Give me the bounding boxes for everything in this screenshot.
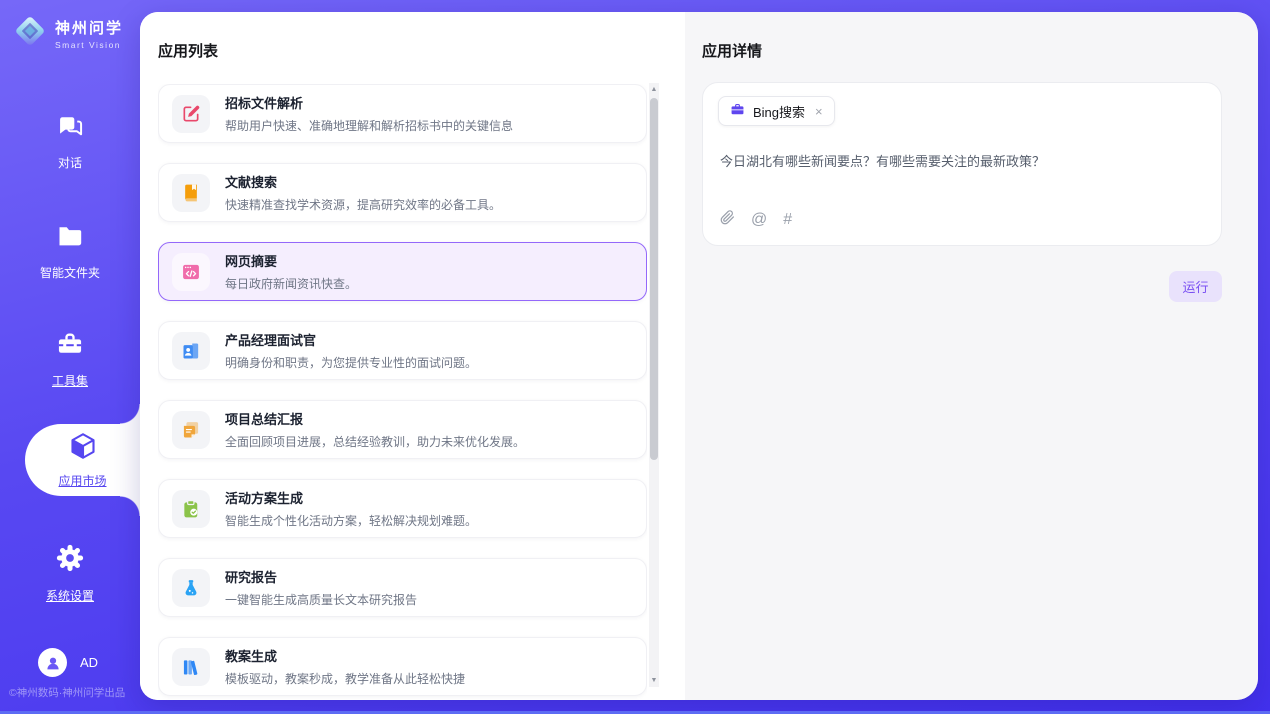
sidebar-item-chat[interactable]: 对话 bbox=[0, 112, 140, 171]
app-card-description: 全面回顾项目进展，总结经验教训，助力未来优化发展。 bbox=[225, 433, 525, 450]
scrollbar-thumb[interactable] bbox=[650, 98, 658, 460]
tool-tag-label: Bing搜索 bbox=[753, 102, 805, 121]
app-card-activity-plan[interactable]: 活动方案生成智能生成个性化活动方案，轻松解决规划难题。 bbox=[158, 479, 647, 538]
user-account[interactable]: AD bbox=[38, 648, 98, 677]
brand-subtitle: Smart Vision bbox=[55, 40, 123, 50]
sidebar-item-label: 应用市场 bbox=[58, 472, 106, 489]
hash-icon[interactable]: # bbox=[783, 212, 792, 228]
query-text[interactable]: 今日湖北有哪些新闻要点？有哪些需要关注的最新政策？ bbox=[720, 152, 1199, 172]
app-card-title: 招标文件解析 bbox=[225, 93, 513, 112]
sidebar-item-label: 智能文件夹 bbox=[40, 264, 100, 281]
app-card-description: 帮助用户快速、准确地理解和解析招标书中的关键信息 bbox=[225, 117, 513, 134]
brand: 神州问学 Smart Vision bbox=[12, 13, 123, 54]
brand-name: 神州问学 bbox=[55, 17, 123, 38]
gear-icon bbox=[55, 543, 85, 578]
app-card-title: 研究报告 bbox=[225, 567, 417, 586]
app-card-title: 网页摘要 bbox=[225, 251, 357, 270]
tool-tag-bing-search[interactable]: Bing搜索 × bbox=[718, 96, 835, 126]
sidebar: 神州问学 Smart Vision 对话智能文件夹工具集应用市场系统设置 AD … bbox=[0, 0, 140, 714]
sidebar-item-label: 对话 bbox=[58, 154, 82, 171]
clipboard-check-icon bbox=[172, 490, 210, 528]
sidebar-item-app-market[interactable]: 应用市场 bbox=[25, 424, 140, 496]
query-input-card[interactable]: Bing搜索 × 今日湖北有哪些新闻要点？有哪些需要关注的最新政策？ @ # bbox=[702, 82, 1222, 246]
chat-icon bbox=[56, 112, 84, 145]
app-card-title: 产品经理面试官 bbox=[225, 330, 477, 349]
app-card-description: 快速精准查找学术资源，提高研究效率的必备工具。 bbox=[225, 196, 501, 213]
briefcase-icon bbox=[730, 102, 745, 120]
books-icon bbox=[172, 648, 210, 686]
app-card-title: 活动方案生成 bbox=[225, 488, 477, 507]
app-card-lesson-plan[interactable]: 教案生成模板驱动，教案秒成，教学准备从此轻松快捷 bbox=[158, 637, 647, 696]
app-card-web-summary[interactable]: 网页摘要每日政府新闻资讯快查。 bbox=[158, 242, 647, 301]
sidebar-item-smart-folder[interactable]: 智能文件夹 bbox=[0, 222, 140, 281]
user-initials: AD bbox=[80, 655, 98, 670]
folder-icon bbox=[56, 222, 84, 255]
app-card-title: 教案生成 bbox=[225, 646, 465, 665]
scroll-up-icon[interactable]: ▲ bbox=[649, 86, 659, 93]
app-card-pm-interviewer[interactable]: 产品经理面试官明确身份和职责，为您提供专业性的面试问题。 bbox=[158, 321, 647, 380]
app-detail-panel: 应用详情 Bing搜索 × 今日湖北有哪些新闻要点？有哪些需要关注的最新政策？ bbox=[685, 12, 1258, 700]
interviewer-icon bbox=[172, 332, 210, 370]
app-card-description: 明确身份和职责，为您提供专业性的面试问题。 bbox=[225, 354, 477, 371]
sticky-notes-icon bbox=[172, 411, 210, 449]
app-card-description: 模板驱动，教案秒成，教学准备从此轻松快捷 bbox=[225, 670, 465, 687]
attachment-icon[interactable] bbox=[720, 210, 735, 229]
webpage-code-icon bbox=[172, 253, 210, 291]
app-card-title: 文献搜索 bbox=[225, 172, 501, 191]
sidebar-item-label: 系统设置 bbox=[46, 587, 94, 604]
app-card-literature-search[interactable]: 文献搜索快速精准查找学术资源，提高研究效率的必备工具。 bbox=[158, 163, 647, 222]
app-card-description: 每日政府新闻资讯快查。 bbox=[225, 275, 357, 292]
app-card-description: 一键智能生成高质量长文本研究报告 bbox=[225, 591, 417, 608]
app-card-tender-parse[interactable]: 招标文件解析帮助用户快速、准确地理解和解析招标书中的关键信息 bbox=[158, 84, 647, 143]
sidebar-item-settings[interactable]: 系统设置 bbox=[0, 543, 140, 604]
app-list-title: 应用列表 bbox=[158, 40, 218, 61]
avatar bbox=[38, 648, 67, 677]
app-detail-title: 应用详情 bbox=[702, 40, 762, 61]
report-flask-icon bbox=[172, 569, 210, 607]
cube-icon bbox=[68, 431, 98, 466]
app-card-title: 项目总结汇报 bbox=[225, 409, 525, 428]
app-card-research-report[interactable]: 研究报告一键智能生成高质量长文本研究报告 bbox=[158, 558, 647, 617]
main-window: 应用列表 招标文件解析帮助用户快速、准确地理解和解析招标书中的关键信息文献搜索快… bbox=[140, 12, 1258, 700]
brand-gem-icon bbox=[12, 13, 48, 54]
toolbox-icon bbox=[56, 330, 84, 363]
tender-doc-icon bbox=[172, 95, 210, 133]
book-icon bbox=[172, 174, 210, 212]
scroll-down-icon[interactable]: ▼ bbox=[649, 677, 659, 684]
run-button[interactable]: 运行 bbox=[1169, 271, 1222, 302]
sidebar-item-toolset[interactable]: 工具集 bbox=[0, 330, 140, 389]
mention-icon[interactable]: @ bbox=[751, 212, 767, 228]
app-list-scrollbar[interactable]: ▲ ▼ bbox=[649, 83, 659, 687]
sidebar-item-label: 工具集 bbox=[52, 372, 88, 389]
app-card-project-summary[interactable]: 项目总结汇报全面回顾项目进展，总结经验教训，助力未来优化发展。 bbox=[158, 400, 647, 459]
copyright-text: ©神州数码·神州问学出品 bbox=[9, 685, 140, 700]
tag-close-icon[interactable]: × bbox=[815, 105, 823, 118]
app-list-panel: 应用列表 招标文件解析帮助用户快速、准确地理解和解析招标书中的关键信息文献搜索快… bbox=[140, 12, 685, 700]
app-card-description: 智能生成个性化活动方案，轻松解决规划难题。 bbox=[225, 512, 477, 529]
